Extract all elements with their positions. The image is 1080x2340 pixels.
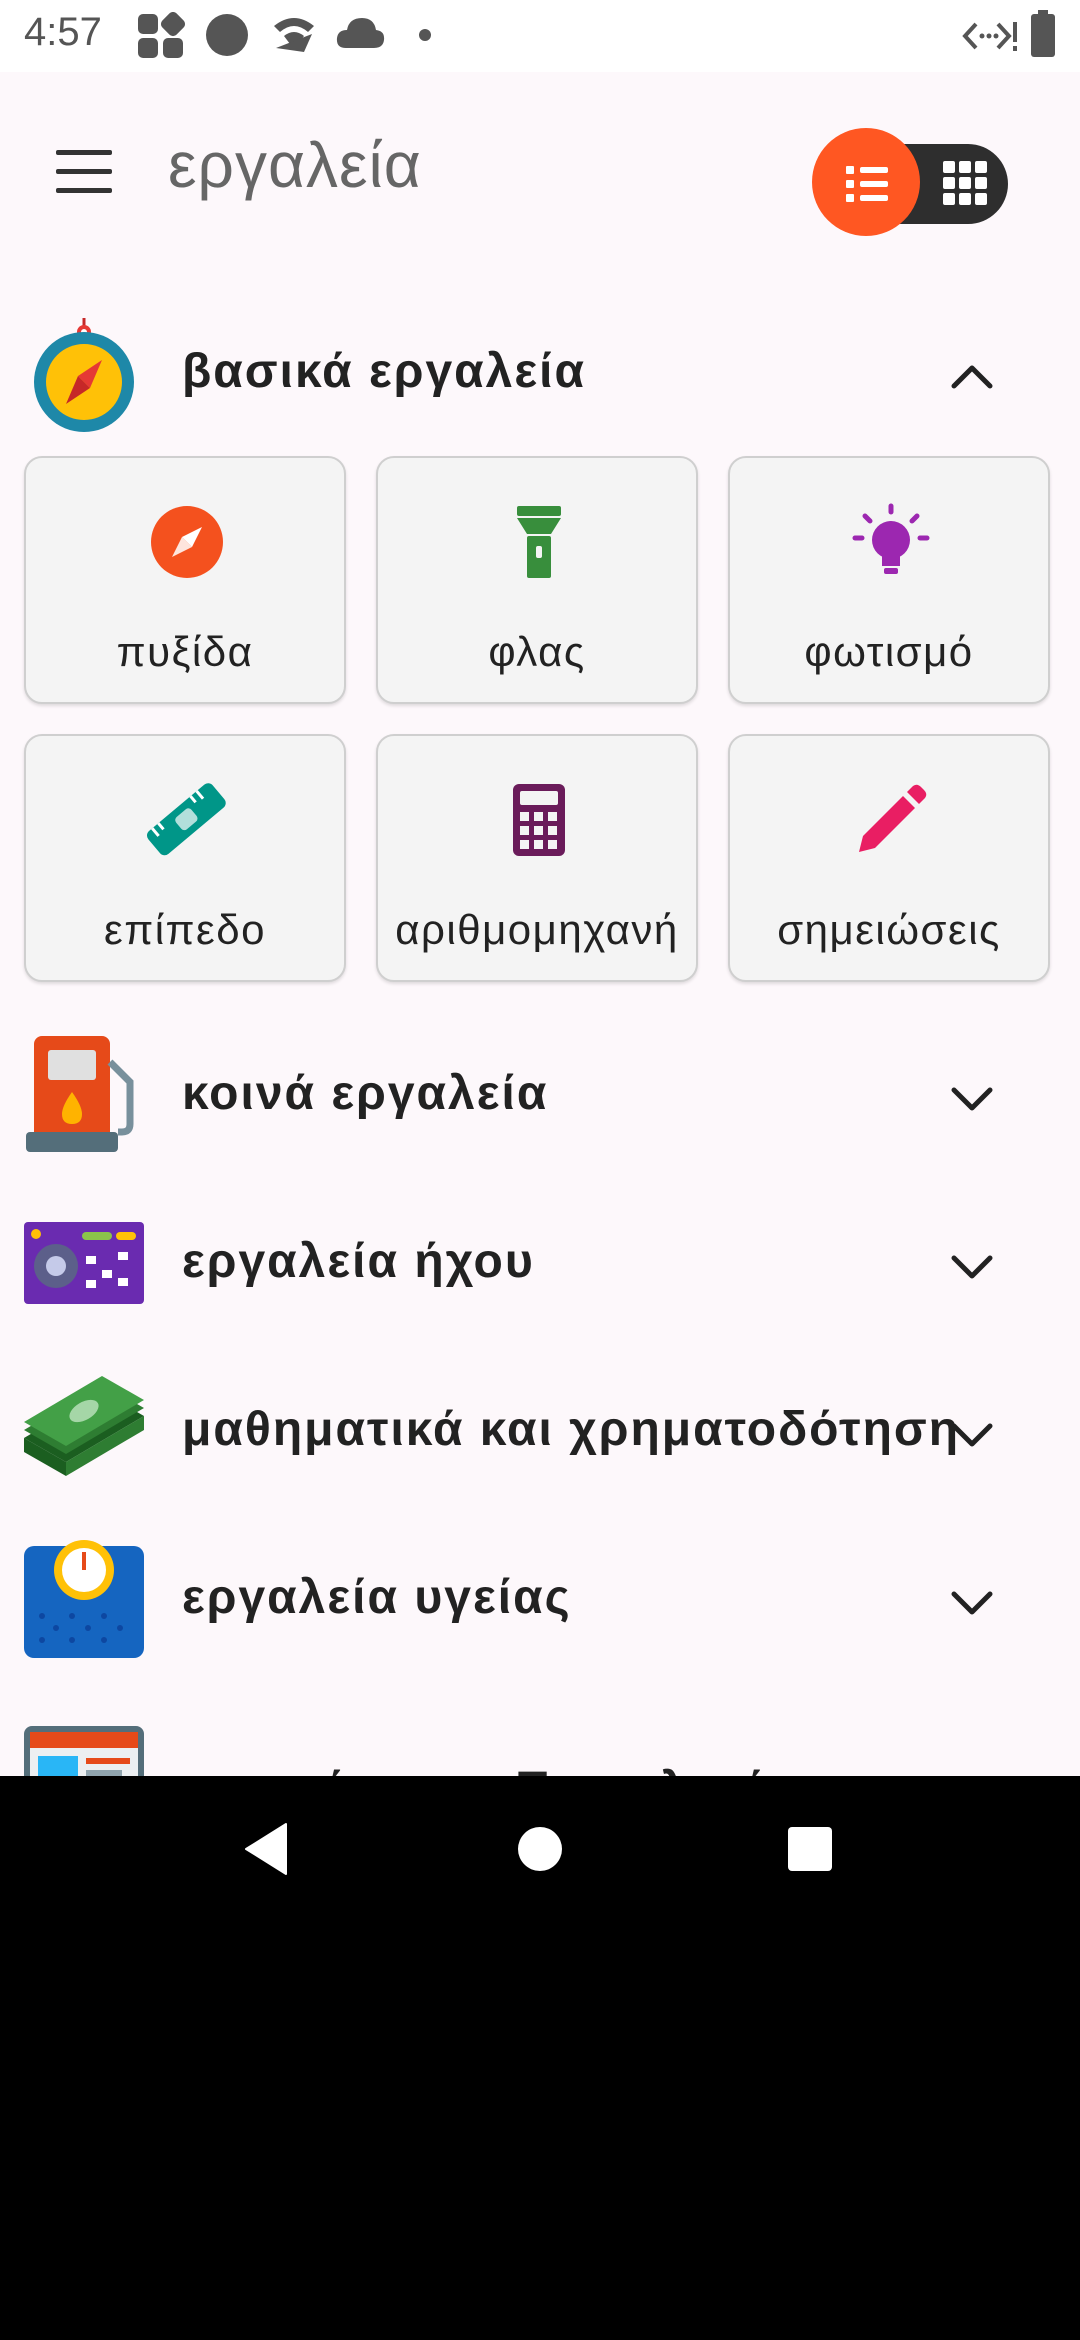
page-title: εργαλεία (168, 129, 422, 201)
section-title: βασικά εργαλεία (182, 345, 586, 398)
section-header-math-finance[interactable]: μαθηματικά και χρηματοδότηση (0, 1356, 1080, 1506)
tool-tile-lighting[interactable]: φωτισμό (728, 456, 1050, 704)
browser-window-icon (24, 1726, 144, 1776)
section-title: εργαλεία υγείας (182, 1571, 572, 1624)
status-bar: 4:57 (0, 0, 1080, 72)
wifi-icon (274, 18, 314, 52)
chevron-down-icon[interactable] (944, 1414, 1000, 1454)
system-nav-bar (0, 1776, 1080, 1916)
section-title: κοινά εργαλεία (182, 1067, 549, 1120)
tool-label: αριθμομηχανή (395, 906, 679, 953)
tool-tile-level[interactable]: επίπεδο (24, 734, 346, 982)
tool-label: φλας (488, 628, 586, 675)
app-screen: 4:57 εργαλεία βασικά εργαλεία πυξίδα φλα… (0, 0, 1080, 1776)
calculator-icon (513, 784, 565, 856)
section-header-common-tools[interactable]: κοινά εργαλεία (0, 1020, 1080, 1170)
app-grid-icon (138, 12, 186, 58)
section-header-audio-tools[interactable]: εργαλεία ήχου (0, 1188, 1080, 1338)
tool-tile-notes[interactable]: σημειώσεις (728, 734, 1050, 982)
view-mode-toggle[interactable] (812, 128, 1008, 236)
lightbulb-icon (852, 503, 930, 574)
compass-icon (151, 506, 223, 578)
dot-icon (419, 29, 431, 41)
tool-tile-compass[interactable]: πυξίδα (24, 456, 346, 704)
flashlight-icon (517, 506, 561, 578)
chevron-down-icon[interactable] (944, 1246, 1000, 1286)
cloud-icon (336, 18, 385, 48)
section-header-basic-tools[interactable]: βασικά εργαλεία (0, 300, 1080, 450)
circle-icon (206, 14, 248, 56)
status-time: 4:57 (24, 10, 102, 54)
audio-mixer-icon (24, 1222, 144, 1304)
back-icon[interactable] (234, 1814, 304, 1884)
tool-tile-flashlight[interactable]: φλας (376, 456, 698, 704)
list-view-icon (846, 166, 888, 202)
home-icon[interactable] (505, 1814, 575, 1884)
list-view-button[interactable] (812, 128, 920, 236)
pencil-icon (859, 784, 927, 852)
level-ruler-icon (147, 783, 226, 856)
section-title: επιστήμη και Τεχνολογία (182, 1762, 795, 1776)
compass-icon (34, 318, 134, 432)
weight-scale-icon (24, 1540, 144, 1658)
fuel-pump-icon (26, 1036, 134, 1152)
tool-label: πυξίδα (116, 628, 254, 675)
tool-label: φωτισμό (804, 628, 974, 675)
chevron-down-icon[interactable] (944, 1582, 1000, 1622)
hamburger-menu-icon[interactable] (48, 142, 120, 202)
grid-view-icon[interactable] (940, 158, 990, 208)
section-title: μαθηματικά και χρηματοδότηση (182, 1403, 961, 1456)
tool-label: επίπεδο (104, 906, 266, 953)
chevron-down-icon[interactable] (944, 1078, 1000, 1118)
tool-label: σημειώσεις (777, 906, 1001, 953)
battery-icon (1031, 10, 1055, 57)
section-title: εργαλεία ήχου (182, 1235, 535, 1288)
money-stack-icon (24, 1376, 144, 1476)
app-bar: εργαλεία (0, 72, 1080, 262)
section-header-science-tech[interactable]: επιστήμη και Τεχνολογία (0, 1692, 1080, 1776)
code-icon (962, 22, 1017, 51)
recents-icon[interactable] (775, 1814, 845, 1884)
chevron-up-icon[interactable] (944, 356, 1000, 396)
tool-tile-calculator[interactable]: αριθμομηχανή (376, 734, 698, 982)
section-header-health-tools[interactable]: εργαλεία υγείας (0, 1524, 1080, 1674)
